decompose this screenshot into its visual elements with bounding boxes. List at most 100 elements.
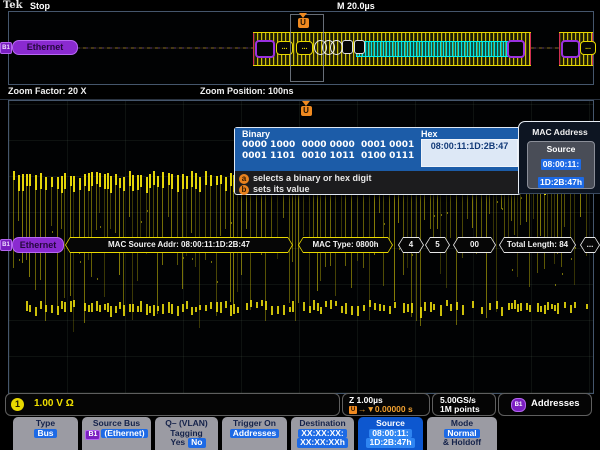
menu-button-type[interactable]: TypeBus [13, 417, 78, 450]
waveform-sample [544, 195, 545, 270]
waveform-sample [119, 188, 120, 274]
waveform-sample [107, 173, 109, 189]
waveform-sample [424, 302, 426, 311]
waveform-sample [210, 302, 212, 309]
waveform-sample [168, 302, 170, 313]
waveform-sample [330, 183, 331, 266]
menu-button-value: XX:XX:XXh [291, 438, 354, 448]
waveform-sample [211, 261, 212, 263]
waveform-sample [216, 302, 218, 312]
waveform-sample [303, 302, 305, 311]
decode-box [342, 40, 353, 54]
waveform-sample [225, 177, 227, 190]
waveform-sample [325, 189, 326, 266]
waveform-sample [205, 171, 207, 185]
waveform-sample [231, 222, 232, 224]
waveform-sample [369, 300, 371, 307]
waveform-sample [220, 175, 222, 184]
acquisition-status-box[interactable]: 5.00GS/s 1M points [432, 393, 496, 416]
waveform-sample [45, 177, 47, 190]
waveform-sample [210, 175, 212, 186]
waveform-sample [29, 305, 31, 312]
zoom-readout-bar: Zoom Factor: 20 X Zoom Position: 100ns [0, 84, 600, 100]
waveform-sample [61, 193, 62, 229]
waveform-sample [394, 302, 396, 309]
menu-button-trigger-on[interactable]: Trigger OnAddresses [222, 417, 287, 450]
waveform-sample [412, 254, 413, 256]
binary-value[interactable]: 0000 1000 0000 0000 0001 00010001 1101 0… [242, 140, 414, 162]
oscilloscope-screen: Tek Stop M 20.0µs ... ... ... B1 Etherne… [0, 0, 600, 450]
channel1-status-box[interactable]: 1 1.00 V Ω [5, 393, 340, 416]
waveform-sample [462, 305, 464, 315]
waveform-sample [250, 300, 252, 307]
knob-a-icon: a [239, 174, 249, 184]
hex-label: Hex [421, 129, 438, 139]
waveform-sample [517, 304, 519, 312]
waveform-sample [61, 176, 63, 192]
waveform-sample [168, 185, 169, 217]
waveform-sample [562, 273, 563, 275]
waveform-sample [407, 191, 408, 268]
decode-field: 00 [453, 237, 496, 253]
waveform-sample [570, 305, 572, 313]
waveform-sample [512, 269, 513, 271]
menu-button-source-bus[interactable]: Source BusB1(Ethernet) [82, 417, 151, 450]
waveform-sample [26, 174, 28, 186]
waveform-sample [520, 190, 521, 225]
waveform-sample [29, 186, 30, 277]
waveform-sample [514, 300, 516, 308]
menu-button-mode[interactable]: ModeNormal& Holdoff [427, 417, 497, 450]
idle-line [531, 47, 559, 49]
waveform-sample [115, 185, 116, 233]
waveform-sample [450, 304, 452, 311]
waveform-sample [157, 306, 159, 312]
waveform-sample [29, 174, 31, 186]
waveform-sample [586, 304, 588, 309]
waveform-sample [571, 258, 572, 260]
mac-source-box[interactable]: Source 08:00:11: 1D:2B:47h [527, 141, 595, 189]
waveform-sample [574, 302, 576, 308]
waveform-sample [210, 186, 211, 239]
waveform-sample [379, 304, 381, 311]
menu-button-value: Bus [13, 429, 78, 439]
waveform-sample [35, 307, 37, 317]
record-length-readout: 1M points [440, 404, 480, 414]
waveform-sample [70, 301, 72, 311]
bus-status-box[interactable]: B1 Addresses [498, 393, 592, 416]
waveform-sample [177, 306, 179, 316]
menu-button-destination[interactable]: DestinationXX:XX:XX:XX:XX:XXh [291, 417, 354, 450]
menu-button-source[interactable]: Source08:00:11:1D:2B:47h [358, 417, 423, 450]
waveform-sample [446, 300, 448, 306]
waveform-sample [220, 302, 222, 313]
waveform-sample [26, 301, 28, 311]
waveform-sample [363, 305, 365, 311]
decode-box [354, 40, 365, 54]
waveform-sample [132, 175, 134, 191]
waveform-sample [162, 188, 163, 265]
waveform-sample [162, 172, 164, 188]
waveform-sample [383, 305, 385, 311]
zoom-scale-status-box[interactable]: Z 1.00µs U→▼0.00000 s [342, 393, 430, 416]
waveform-sample [537, 184, 538, 273]
waveform-sample [220, 184, 221, 236]
ethernet-bus-label: Ethernet [12, 40, 78, 55]
waveform-sample [496, 301, 498, 309]
zoom-factor-readout: Zoom Factor: 20 X [8, 86, 87, 96]
waveform-sample [110, 306, 112, 317]
waveform-sample [132, 304, 134, 312]
waveform-sample [171, 174, 173, 189]
waveform-sample [199, 177, 201, 191]
mac-field-label: Source [528, 144, 594, 154]
waveform-sample [283, 305, 285, 315]
waveform-sample [489, 303, 491, 310]
menu-button-vlan-tagging[interactable]: Q– (VLAN)TaggingYesNo [155, 417, 218, 450]
timebase-readout: M 20.0µs [337, 1, 375, 11]
hex-value-field[interactable]: 08:00:11:1D:2B:47 [421, 139, 518, 167]
waveform-sample [182, 304, 184, 312]
waveform-sample [256, 302, 258, 308]
trigger-marker-icon: U [297, 13, 309, 28]
hint-b: bsets its value [239, 184, 310, 195]
zoom-position-readout: Zoom Position: 100ns [200, 86, 294, 96]
waveform-sample [129, 186, 130, 217]
knob-b-icon: b [239, 185, 249, 195]
